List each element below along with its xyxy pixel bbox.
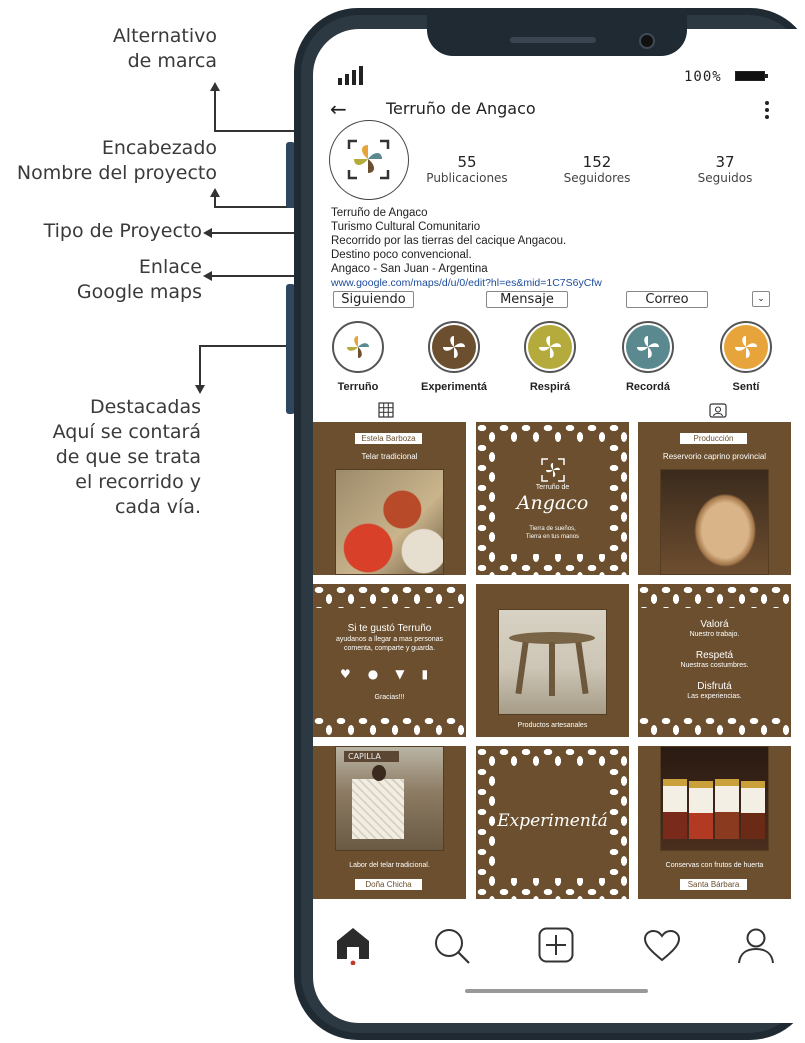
suggested-dropdown-button[interactable]: ⌄ [752, 291, 770, 307]
flower-icon [735, 336, 757, 358]
bookmark-icon: ▮ [421, 667, 429, 681]
camera [639, 33, 655, 49]
annotation-brand: Alternativo de marca [112, 25, 217, 72]
highlight-4[interactable]: Recordá [608, 321, 688, 393]
stat-posts[interactable]: 55 Publicaciones [425, 153, 509, 185]
tagged-icon[interactable] [709, 402, 727, 418]
highlight-cover [626, 325, 670, 369]
annotation-header: Encabezado Nombre del proyecto [16, 137, 217, 184]
message-button[interactable]: Mensaje [486, 291, 568, 308]
speaker [510, 37, 596, 43]
arrow-down-icon [195, 385, 205, 394]
stat-following[interactable]: 37 Seguidos [683, 153, 767, 185]
flower-icon [443, 336, 465, 358]
stat-followers[interactable]: 152 Seguidores [555, 153, 639, 185]
post-dona-chicha[interactable]: CAPILLA Labor del telar tradicional. Doñ… [313, 746, 466, 899]
weaver-photo: CAPILLA [335, 746, 444, 851]
grid-icon[interactable] [378, 402, 394, 418]
page-title: Terruño de Angaco [386, 99, 536, 118]
brand-logo-icon [541, 458, 565, 482]
share-icon: ▼ [395, 667, 405, 681]
post-caprino[interactable]: Producción Reservorio caprino provincial [638, 422, 791, 575]
more-options-icon[interactable] [760, 100, 774, 122]
highlight-1[interactable]: Terruño [318, 321, 398, 393]
post-si-te-gusto[interactable]: Si te gustó Terruño ayudanos a llegar a … [313, 584, 466, 737]
highlight-5[interactable]: Sentí [706, 321, 786, 393]
highlight-ring [332, 321, 384, 373]
battery-percent: 100% [684, 69, 722, 85]
battery-icon [735, 71, 765, 81]
home-indicator [465, 989, 648, 993]
jars-photo [660, 746, 769, 851]
highlight-2[interactable]: Experimentá [414, 321, 494, 393]
email-button[interactable]: Correo [626, 291, 708, 308]
highlight-3[interactable]: Respirá [510, 321, 590, 393]
highlight-cover [724, 325, 768, 369]
profile-bio: Terruño de Angaco Turismo Cultural Comun… [331, 207, 602, 290]
signal-icon [338, 66, 363, 85]
search-icon[interactable] [433, 927, 471, 965]
highlight-ring [428, 321, 480, 373]
maps-link[interactable]: www.google.com/maps/d/u/0/edit?hl=es&mid… [331, 276, 602, 290]
goat-photo [660, 469, 769, 575]
highlight-ring [524, 321, 576, 373]
home-icon[interactable] [335, 925, 371, 965]
highlight-ring [622, 321, 674, 373]
annotation-highlights: Destacadas Aquí se contará de que se tra… [52, 396, 201, 518]
following-button[interactable]: Siguiendo [333, 291, 414, 308]
highlight-label: Terruño [337, 381, 379, 393]
post-experimenta[interactable]: Experimentá [476, 746, 629, 899]
back-arrow-icon[interactable]: ← [330, 97, 347, 121]
heart-icon[interactable] [643, 929, 681, 963]
annotation-type: Tipo de Proyecto [43, 220, 202, 242]
post-valora[interactable]: Valorá Nuestro trabajo. Respetá Nuestras… [638, 584, 791, 737]
flower-icon [347, 336, 369, 358]
profile-icon[interactable] [737, 927, 775, 965]
stool-photo [498, 609, 607, 715]
flower-icon [539, 336, 561, 358]
avatar[interactable] [329, 120, 409, 200]
heart-icon: ♥ [340, 667, 351, 681]
annotation-link: Enlace Google maps [76, 256, 202, 303]
post-productos-artesanales[interactable]: Productos artesanales [476, 584, 629, 737]
brand-logo-icon [347, 139, 390, 180]
add-post-icon[interactable] [538, 927, 574, 963]
highlight-cover [432, 325, 476, 369]
highlight-label: Respirá [529, 381, 571, 393]
highlight-label: Sentí [732, 381, 760, 393]
highlight-ring [720, 321, 772, 373]
highlight-cover [336, 325, 380, 369]
highlight-cover [528, 325, 572, 369]
post-conservas[interactable]: Conservas con frutos de huerta Santa Bár… [638, 746, 791, 899]
comment-icon: ● [367, 667, 379, 681]
post-telar-tradicional[interactable]: Estela Barboza Telar tradicional [313, 422, 466, 575]
highlight-label: Recordá [625, 381, 671, 393]
highlight-label: Experimentá [420, 381, 488, 393]
flower-icon [637, 336, 659, 358]
yarn-photo [335, 469, 444, 575]
post-brand[interactable]: Terruño de Angaco Tierra de sueños, Tier… [476, 422, 629, 575]
